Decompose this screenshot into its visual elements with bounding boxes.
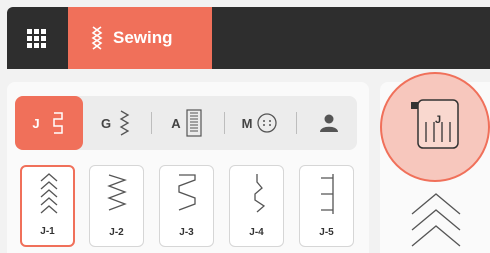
stitch-code: J-3 [179,227,194,238]
blind-hem-stitch-icon [254,174,266,213]
category-a-letter: A [171,115,181,131]
stitch-j-4[interactable]: J-4 [229,165,284,247]
stitch-tab-icon [91,26,103,50]
g-stitch-icon [119,110,130,136]
stitch-j-2[interactable]: J-2 [89,165,144,247]
category-g[interactable]: G [86,96,146,150]
category-j-letter: J [32,115,40,131]
serpentine-stitch-icon [178,174,196,211]
presser-foot-letter: J [435,114,442,126]
presser-foot-icon [411,99,459,149]
category-separator [151,112,152,134]
stitch-j-5[interactable]: J-5 [299,165,354,247]
stitch-code: J-1 [40,226,55,237]
category-separator [224,112,225,134]
presser-foot-indicator[interactable]: J [380,72,490,182]
category-user[interactable] [301,96,357,150]
grid-icon [27,28,46,48]
tab-sewing-label: Sewing [113,28,173,47]
zigzag-stitch-icon [107,174,128,211]
stitch-code: J-4 [249,227,264,238]
category-a[interactable]: A [156,96,218,150]
stitch-j-3[interactable]: J-3 [159,165,214,247]
category-m[interactable]: M [229,96,291,150]
stitch-code: J-5 [319,227,334,238]
comb-stitch-icon [321,174,334,214]
chevron-stitch-icon [40,173,58,214]
stitch-code: J-2 [109,227,124,238]
stitch-j-1[interactable]: J-1 [20,165,75,247]
user-icon [320,114,338,132]
j-stitch-icon [52,112,63,134]
category-j[interactable]: J [15,96,83,150]
category-m-letter: M [241,115,253,131]
m-stitch-icon [257,113,278,133]
category-g-letter: G [100,115,112,131]
tab-sewing[interactable]: Sewing [68,7,212,69]
a-stitch-icon [186,109,202,137]
category-separator [296,112,297,134]
menu-button[interactable] [7,7,66,69]
